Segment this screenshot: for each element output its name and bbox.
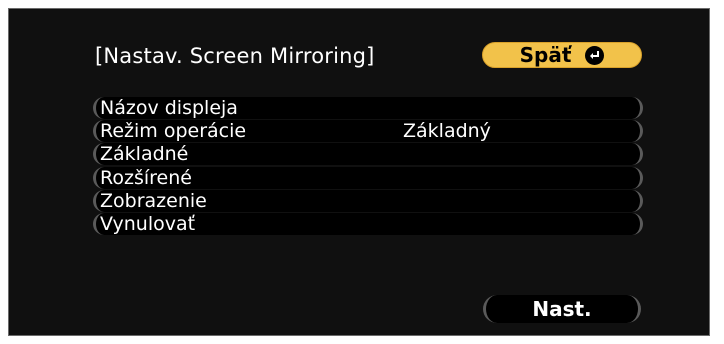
menu-item-basic[interactable]: Základné bbox=[93, 143, 643, 166]
back-button-label: Späť bbox=[519, 43, 572, 67]
menu-item-display[interactable]: Zobrazenie bbox=[93, 189, 643, 212]
dialog-title: [Nastav. Screen Mirroring] bbox=[95, 44, 375, 68]
back-button[interactable]: Späť bbox=[482, 42, 642, 68]
settings-dialog: [Nastav. Screen Mirroring] Späť Názov di… bbox=[8, 8, 710, 336]
menu-item-label: Vynulovať bbox=[100, 212, 196, 235]
menu-item-operation-mode[interactable]: Režim operácie Základný bbox=[93, 120, 643, 143]
menu-item-reset[interactable]: Vynulovať bbox=[93, 212, 643, 235]
menu-item-label: Názov displeja bbox=[100, 97, 238, 119]
enter-icon bbox=[585, 45, 605, 65]
menu-item-label: Základné bbox=[100, 143, 189, 166]
apply-button[interactable]: Nast. bbox=[483, 295, 641, 323]
settings-menu: Názov displeja Režim operácie Základný Z… bbox=[93, 97, 643, 236]
menu-item-label: Rozšírené bbox=[100, 166, 192, 189]
menu-item-label: Režim operácie bbox=[100, 120, 247, 143]
menu-item-advanced[interactable]: Rozšírené bbox=[93, 166, 643, 189]
menu-item-display-name[interactable]: Názov displeja bbox=[93, 97, 643, 119]
menu-item-label: Zobrazenie bbox=[100, 189, 207, 212]
menu-item-value: Základný bbox=[403, 120, 491, 143]
